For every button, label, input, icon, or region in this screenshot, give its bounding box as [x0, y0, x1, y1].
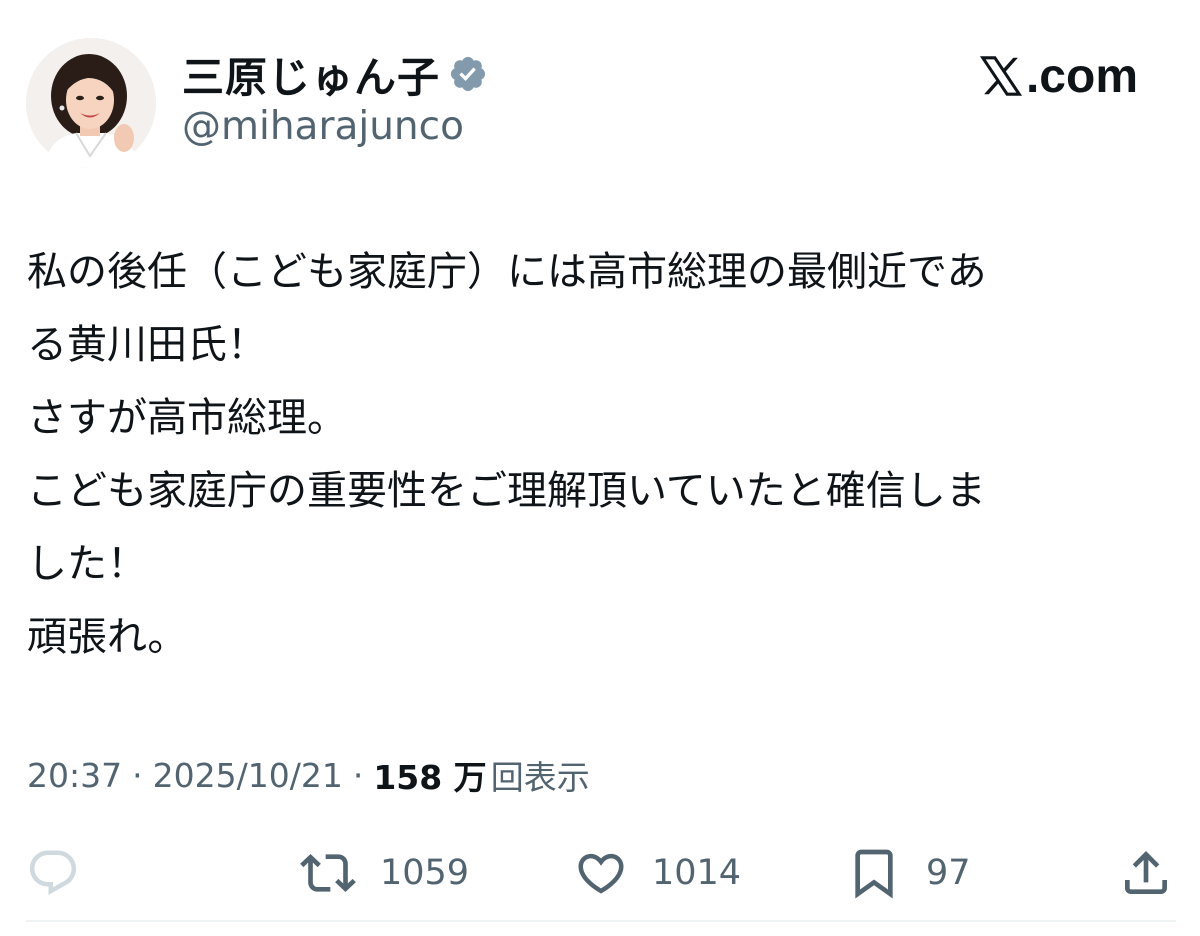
post-meta: 20:37 · 2025/10/21 · 158 万 回表示	[27, 748, 590, 802]
post-text-line: した！	[27, 541, 147, 587]
site-logo-text: .com	[1025, 49, 1138, 103]
reply-icon	[29, 850, 77, 895]
meta-separator: ·	[132, 755, 143, 795]
site-logo: .com	[978, 48, 1138, 104]
post-date[interactable]: 2025/10/21	[153, 756, 343, 795]
post-text-line: こども家庭庁の重要性をご理解頂いていたと確信しま	[27, 468, 986, 514]
views-count: 158 万	[373, 758, 487, 797]
meta-separator: ·	[352, 755, 364, 795]
like-count: 1014	[652, 853, 742, 893]
post-text-line: さすが高市総理。	[27, 395, 347, 441]
reply-button[interactable]	[26, 840, 80, 906]
share-icon	[1125, 851, 1167, 894]
post-text-line: る黄川田氏！	[27, 322, 267, 368]
author-handle[interactable]: @miharajunco	[182, 104, 464, 149]
like-button[interactable]: 1014	[574, 840, 741, 906]
share-button[interactable]	[1118, 840, 1174, 906]
x-logo-icon	[979, 56, 1023, 96]
bookmark-icon	[855, 849, 893, 899]
post-time[interactable]: 20:37	[27, 756, 122, 795]
verified-badge-icon	[448, 54, 488, 94]
profile-photo	[26, 38, 156, 168]
author-display-name[interactable]: 三原じゅん子	[182, 44, 440, 105]
avatar[interactable]	[26, 38, 156, 168]
post-text-line: 私の後任（こども家庭庁）には高市総理の最側近であ	[27, 249, 987, 295]
repost-count: 1059	[380, 853, 470, 893]
repost-icon	[300, 854, 356, 892]
bookmark-button[interactable]: 97	[846, 840, 971, 906]
repost-button[interactable]: 1059	[300, 840, 469, 906]
action-bar: 1059 1014 97	[0, 840, 1200, 906]
bookmark-count: 97	[926, 853, 971, 893]
post-text-line: 頑張れ。	[27, 614, 188, 660]
views-label: 回表示	[490, 758, 590, 797]
heart-icon	[578, 853, 624, 894]
bottom-divider	[26, 920, 1176, 922]
post-text: 私の後任（こども家庭庁）には高市総理の最側近であ る黄川田氏！ さすが高市総理。…	[27, 236, 1177, 674]
author-name-row: 三原じゅん子	[182, 44, 488, 104]
